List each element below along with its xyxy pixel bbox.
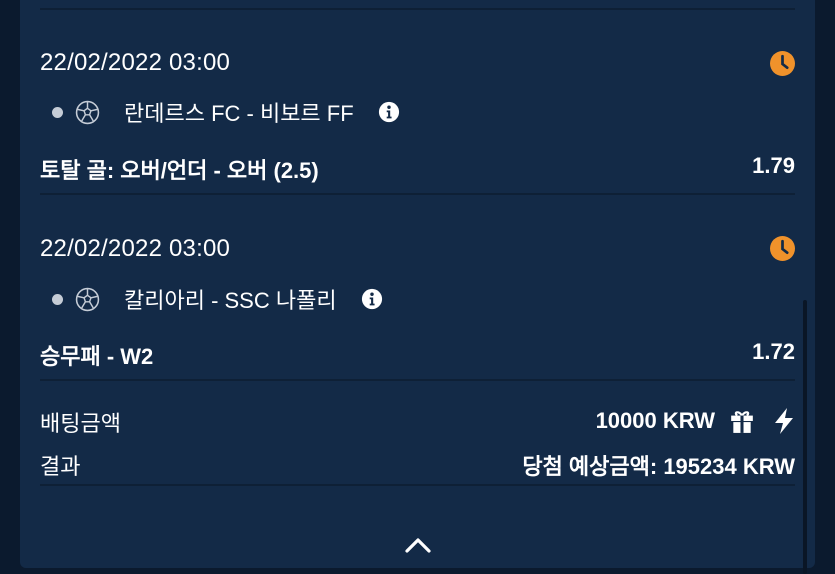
potential-win: 당첨 예상금액: 195234 KRW (522, 454, 795, 479)
clock-icon (770, 236, 795, 261)
match-name: 란데르스 FC - 비보르 FF (124, 101, 354, 126)
stake-row: 10000 KRW (596, 406, 795, 436)
bet-datetime: 22/02/2022 03:00 (40, 49, 231, 76)
info-icon[interactable] (361, 288, 383, 310)
stake-label: 배팅금액 (40, 411, 121, 436)
status-dot (52, 293, 63, 305)
soccer-ball-icon (75, 100, 100, 124)
result-label: 결과 (40, 454, 81, 479)
divider (40, 8, 795, 10)
status-dot (52, 106, 63, 118)
match-row: 란데르스 FC - 비보르 FF (52, 97, 400, 127)
soccer-ball-icon (75, 287, 100, 311)
stake-amount: 10000 KRW (595, 408, 715, 433)
chevron-up-icon[interactable] (404, 536, 432, 554)
divider (40, 379, 795, 381)
bet-datetime: 22/02/2022 03:00 (40, 235, 231, 262)
odds-value: 1.72 (752, 339, 795, 364)
market-selection: 토탈 골: 오버/언더 - 오버 (2.5) (40, 158, 319, 183)
scrollbar[interactable] (803, 300, 807, 574)
gift-icon[interactable] (729, 408, 755, 434)
odds-value: 1.79 (752, 153, 795, 178)
lightning-icon[interactable] (773, 408, 795, 434)
divider (40, 484, 795, 486)
info-icon[interactable] (378, 101, 400, 123)
match-row: 칼리아리 - SSC 나폴리 (52, 284, 383, 314)
match-name: 칼리아리 - SSC 나폴리 (124, 288, 337, 313)
clock-icon (770, 51, 795, 76)
market-selection: 승무패 - W2 (40, 344, 154, 369)
divider (40, 193, 795, 195)
